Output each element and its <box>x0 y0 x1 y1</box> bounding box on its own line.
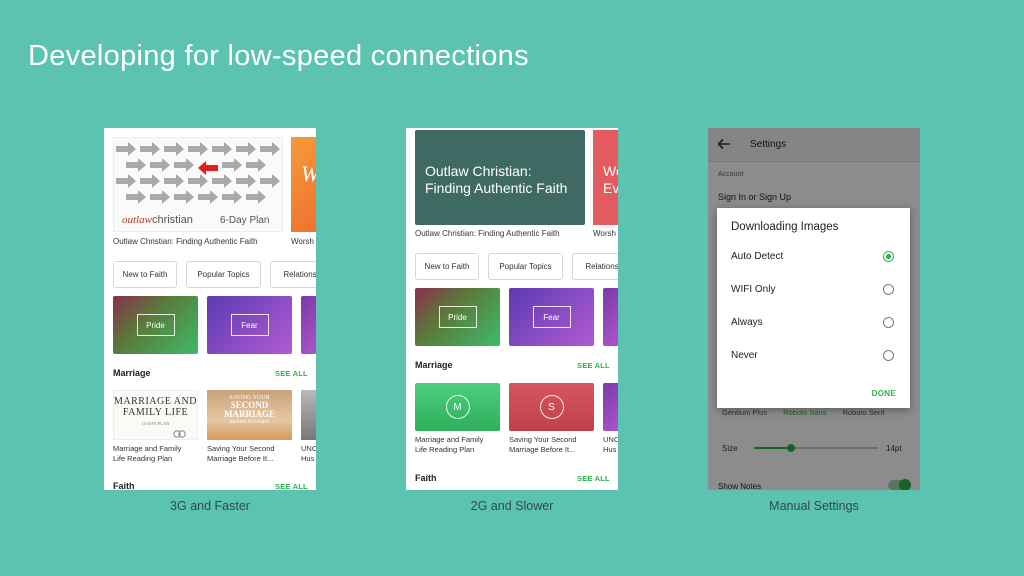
see-all-marriage[interactable]: SEE ALL <box>275 369 308 378</box>
book2-line3: MARRIAGE <box>224 409 275 419</box>
chip-popular-topics[interactable]: Popular Topics <box>186 261 261 288</box>
tile-3[interactable] <box>301 296 316 354</box>
plan-banner-outlaw[interactable]: outlawchristian 6-Day Plan <box>113 137 283 232</box>
option-label-never: Never <box>731 350 758 361</box>
cover-initial-s: S <box>539 395 564 419</box>
item-caption-3-line1: UNC <box>301 444 316 453</box>
book1-line2: FAMILY LIFE <box>122 407 189 418</box>
radio-wifi-only[interactable] <box>883 284 894 295</box>
item-caption-2: Saving Your Second Marriage Before It... <box>207 444 275 463</box>
arrows-artwork <box>116 142 280 204</box>
tile-pride-label: Pride <box>438 306 477 328</box>
tile-pride[interactable]: Pride <box>113 296 198 354</box>
banner-2-caption: Worsh <box>593 229 616 238</box>
item-caption-3-line1: UNC <box>603 435 618 444</box>
tile-fear-label: Fear <box>230 314 269 336</box>
caption-settings: Manual Settings <box>769 499 859 513</box>
book-cover-saving-marriage[interactable]: SAVING YOUR SECOND MARRIAGE BEFORE IT ST… <box>207 390 292 440</box>
caption-fast: 3G and Faster <box>170 499 250 513</box>
section-title-faith: Faith <box>113 481 135 490</box>
banner-2-line1: We <box>603 163 618 179</box>
item-caption-3: UNC Hus <box>301 444 316 463</box>
item-caption-1-line2: Life Reading Plan <box>415 444 475 454</box>
banner-title-line2: Finding Authentic Faith <box>425 180 568 196</box>
caption-slow: 2G and Slower <box>470 499 554 513</box>
book2-line4: BEFORE IT STARTS <box>229 419 270 424</box>
plan-banner-2[interactable]: We Ev <box>593 130 618 225</box>
tile-pride[interactable]: Pride <box>415 288 500 346</box>
downloading-images-dialog: Downloading Images Auto Detect WIFI Only… <box>717 208 910 408</box>
option-label-auto-detect: Auto Detect <box>731 251 784 262</box>
item-caption-3-line2: Hus <box>301 453 315 463</box>
phone-screen-slow: Outlaw Christian: Finding Authentic Fait… <box>406 128 618 490</box>
done-button[interactable]: DONE <box>872 389 896 398</box>
tile-fear[interactable]: Fear <box>509 288 594 346</box>
radio-always[interactable] <box>883 317 894 328</box>
chip-popular-topics[interactable]: Popular Topics <box>488 253 563 280</box>
rings-icon <box>171 425 189 438</box>
book1-line1: MARRIAGE AND <box>114 396 197 407</box>
plan-banner-2[interactable]: W <box>291 137 316 232</box>
see-all-marriage[interactable]: SEE ALL <box>577 361 610 370</box>
dialog-title: Downloading Images <box>731 221 839 233</box>
option-label-wifi-only: WIFI Only <box>731 284 776 295</box>
item-caption-2-line2: Marriage Before It... <box>509 444 576 454</box>
chip-new-to-faith[interactable]: New to Faith <box>415 253 479 280</box>
item-caption-1-line1: Marriage and Family <box>415 435 484 444</box>
banner-2-line2: Ev <box>603 180 618 196</box>
see-all-faith[interactable]: SEE ALL <box>275 482 308 490</box>
item-caption-1-line1: Marriage and Family <box>113 444 182 453</box>
plan-banner-outlaw[interactable]: Outlaw Christian: Finding Authentic Fait… <box>415 130 585 225</box>
placeholder-cover-3[interactable] <box>603 383 618 431</box>
brand-outlaw: outlaw <box>122 214 152 226</box>
item-caption-3-line2: Hus <box>603 444 617 454</box>
item-caption-3: UNC Hus <box>603 435 618 454</box>
banner-caption: Outlaw Christian: Finding Authentic Fait… <box>113 237 258 246</box>
tile-pride-label: Pride <box>136 314 175 336</box>
slide-title: Developing for low-speed connections <box>28 40 529 72</box>
option-label-always: Always <box>731 317 763 328</box>
placeholder-cover-saving[interactable]: S <box>509 383 594 431</box>
placeholder-cover-marriage[interactable]: M <box>415 383 500 431</box>
radio-auto-detect[interactable] <box>883 251 894 262</box>
phone-screen-settings: Settings Account Sign In or Sign Up Gent… <box>708 128 920 490</box>
see-all-faith[interactable]: SEE ALL <box>577 474 610 483</box>
book-cover-marriage-family[interactable]: MARRIAGE AND FAMILY LIFE 14-DAY PLAN <box>113 390 198 440</box>
tile-fear-label: Fear <box>532 306 571 328</box>
book-cover-3[interactable] <box>301 390 316 440</box>
tile-3[interactable] <box>603 288 618 346</box>
item-caption-1: Marriage and Family Life Reading Plan <box>415 435 483 454</box>
chip-relationships[interactable]: Relations <box>270 261 316 288</box>
plan-length: 6-Day Plan <box>220 215 270 226</box>
chip-new-to-faith[interactable]: New to Faith <box>113 261 177 288</box>
item-caption-2-line1: Saving Your Second <box>207 444 275 453</box>
phone-screen-fast: outlawchristian 6-Day Plan W Outlaw Chri… <box>104 128 316 490</box>
banner-2-script: W <box>301 161 316 187</box>
section-title-marriage: Marriage <box>113 368 151 378</box>
radio-never[interactable] <box>883 350 894 361</box>
tile-fear[interactable]: Fear <box>207 296 292 354</box>
banner-title-line1: Outlaw Christian: <box>425 163 532 179</box>
item-caption-1: Marriage and Family Life Reading Plan <box>113 444 181 463</box>
item-caption-1-line2: Life Reading Plan <box>113 453 173 463</box>
banner-2-caption: Worsh <box>291 237 314 246</box>
item-caption-2: Saving Your Second Marriage Before It... <box>509 435 577 454</box>
brand-christian: christian <box>151 214 193 226</box>
item-caption-2-line1: Saving Your Second <box>509 435 577 444</box>
banner-caption: Outlaw Christian: Finding Authentic Fait… <box>415 229 560 238</box>
cover-initial-m: M <box>445 395 470 419</box>
item-caption-2-line2: Marriage Before It... <box>207 453 274 463</box>
section-title-faith: Faith <box>415 473 437 483</box>
section-title-marriage: Marriage <box>415 360 453 370</box>
chip-relationships[interactable]: Relations <box>572 253 618 280</box>
